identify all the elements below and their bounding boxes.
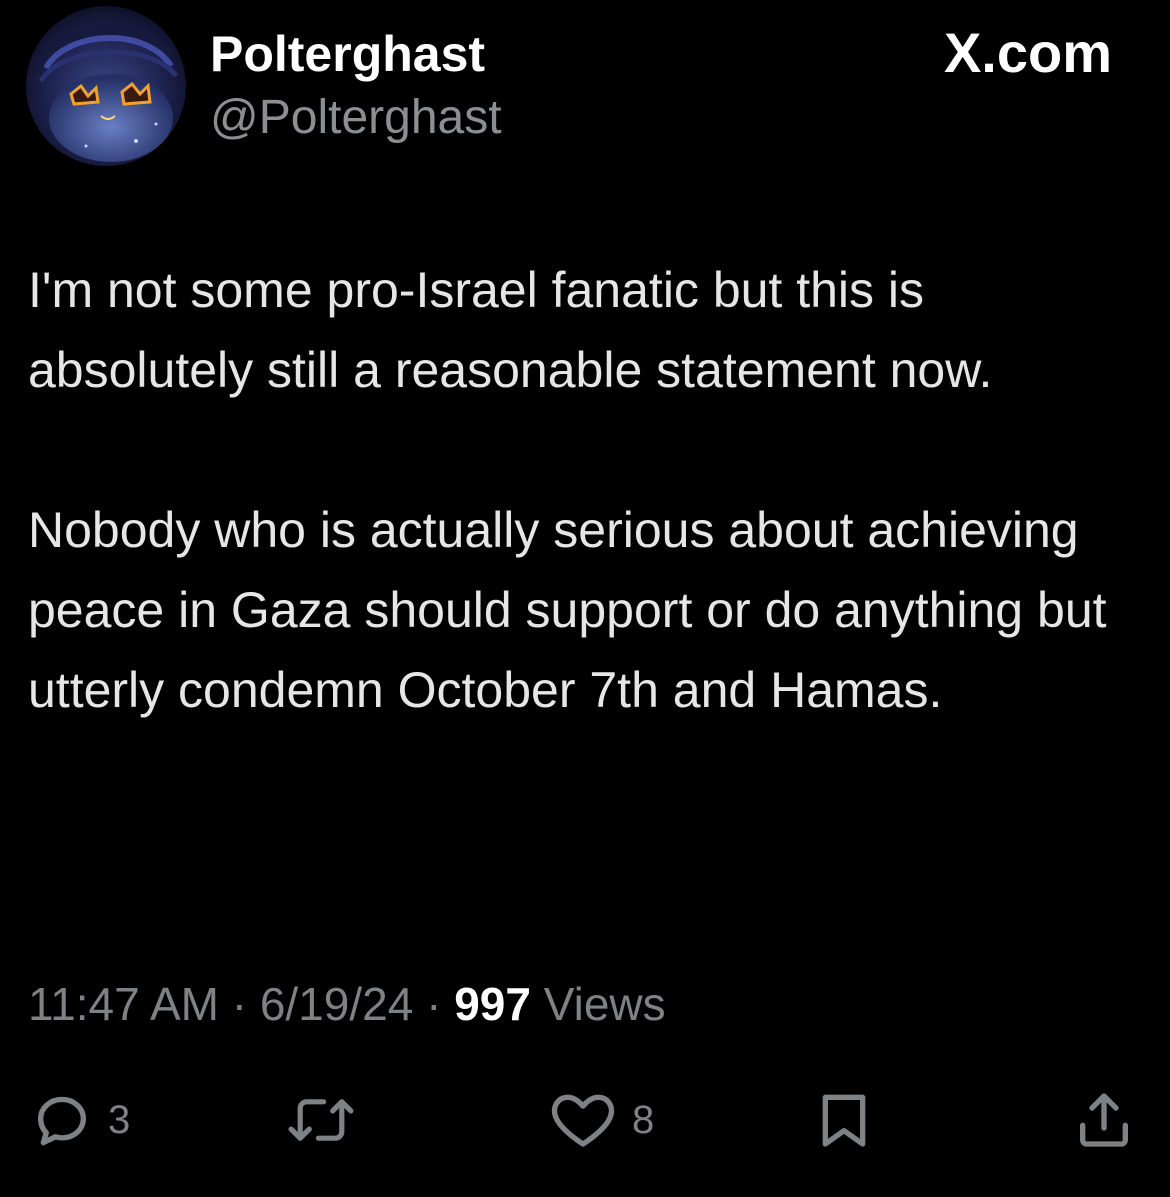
tweet-date[interactable]: 6/19/24 <box>260 978 413 1030</box>
tweet-paragraph-1: I'm not some pro-Israel fanatic but this… <box>28 262 993 398</box>
action-bar: 3 8 <box>0 1080 1170 1160</box>
like-button[interactable]: 8 <box>548 1080 654 1160</box>
views-count: 997 <box>454 978 531 1030</box>
tweet-meta: 11:47 AM · 6/19/24 · 997 Views <box>28 972 666 1036</box>
tweet-text: I'm not some pro-Israel fanatic but this… <box>28 250 1138 730</box>
reply-count: 3 <box>108 1097 131 1142</box>
bookmark-button[interactable] <box>812 1080 876 1160</box>
meta-separator: · <box>426 978 442 1030</box>
reply-button[interactable]: 3 <box>30 1080 130 1160</box>
x-brand-logo: X.com <box>943 21 1112 84</box>
tweet-time[interactable]: 11:47 AM <box>28 978 219 1030</box>
like-count: 8 <box>632 1097 655 1142</box>
share-icon <box>1080 1093 1128 1147</box>
retweet-button[interactable] <box>282 1080 374 1160</box>
display-name[interactable]: Polterghast <box>210 24 485 84</box>
avatar[interactable] <box>26 6 186 166</box>
heart-icon <box>551 1094 615 1147</box>
share-button[interactable] <box>1072 1080 1136 1160</box>
ghost-character-avatar-icon <box>26 6 186 166</box>
bookmark-icon <box>822 1094 866 1147</box>
views-label: Views <box>543 978 666 1030</box>
meta-separator: · <box>231 978 248 1030</box>
user-handle[interactable]: @Polterghast <box>210 88 502 148</box>
reply-icon <box>38 1096 86 1146</box>
tweet-paragraph-2: Nobody who is actually serious about ach… <box>28 502 1107 718</box>
retweet-icon <box>288 1099 354 1141</box>
